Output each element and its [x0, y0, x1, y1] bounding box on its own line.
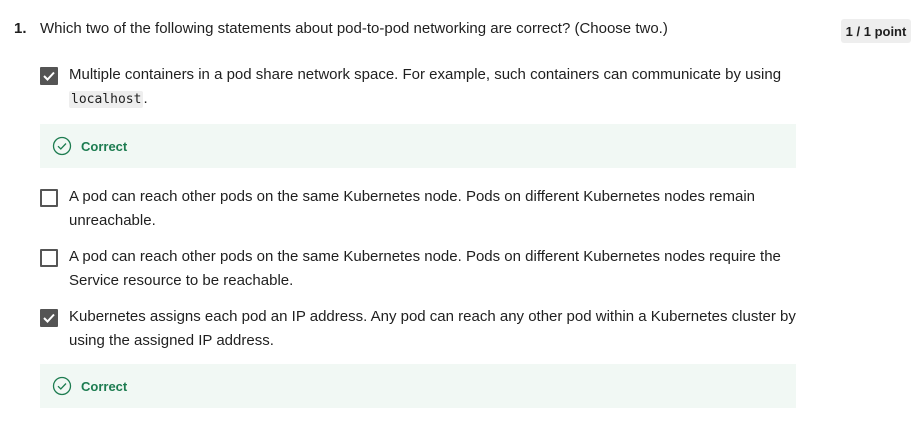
- option-2-text: A pod can reach other pods on the same K…: [69, 188, 756, 229]
- option-3-text: A pod can reach other pods on the same K…: [69, 248, 781, 289]
- option-3[interactable]: A pod can reach other pods on the same K…: [40, 248, 800, 293]
- feedback-correct-1: Correct: [40, 124, 796, 168]
- check-circle-icon: [52, 136, 72, 156]
- option-4-text: Kubernetes assigns each pod an IP addres…: [69, 308, 796, 349]
- checkbox-checked[interactable]: [40, 67, 58, 85]
- checkmark-icon: [43, 313, 55, 323]
- question-number: 1.: [14, 20, 27, 37]
- checkbox-unchecked[interactable]: [40, 249, 58, 267]
- check-circle-icon: [52, 376, 72, 396]
- feedback-label: Correct: [81, 378, 128, 394]
- inline-code: localhost: [69, 91, 144, 108]
- checkbox-checked[interactable]: [40, 309, 58, 327]
- option-1[interactable]: Multiple containers in a pod share netwo…: [40, 66, 800, 112]
- feedback-label: Correct: [81, 138, 128, 154]
- question-text: Which two of the following statements ab…: [40, 20, 668, 37]
- checkbox-unchecked[interactable]: [40, 189, 58, 207]
- option-2[interactable]: A pod can reach other pods on the same K…: [40, 188, 800, 233]
- option-4[interactable]: Kubernetes assigns each pod an IP addres…: [40, 308, 800, 353]
- feedback-correct-2: Correct: [40, 364, 796, 408]
- checkmark-icon: [43, 71, 55, 81]
- option-1-text: Multiple containers in a pod share netwo…: [69, 66, 782, 108]
- score-badge: 1 / 1 point: [841, 19, 911, 43]
